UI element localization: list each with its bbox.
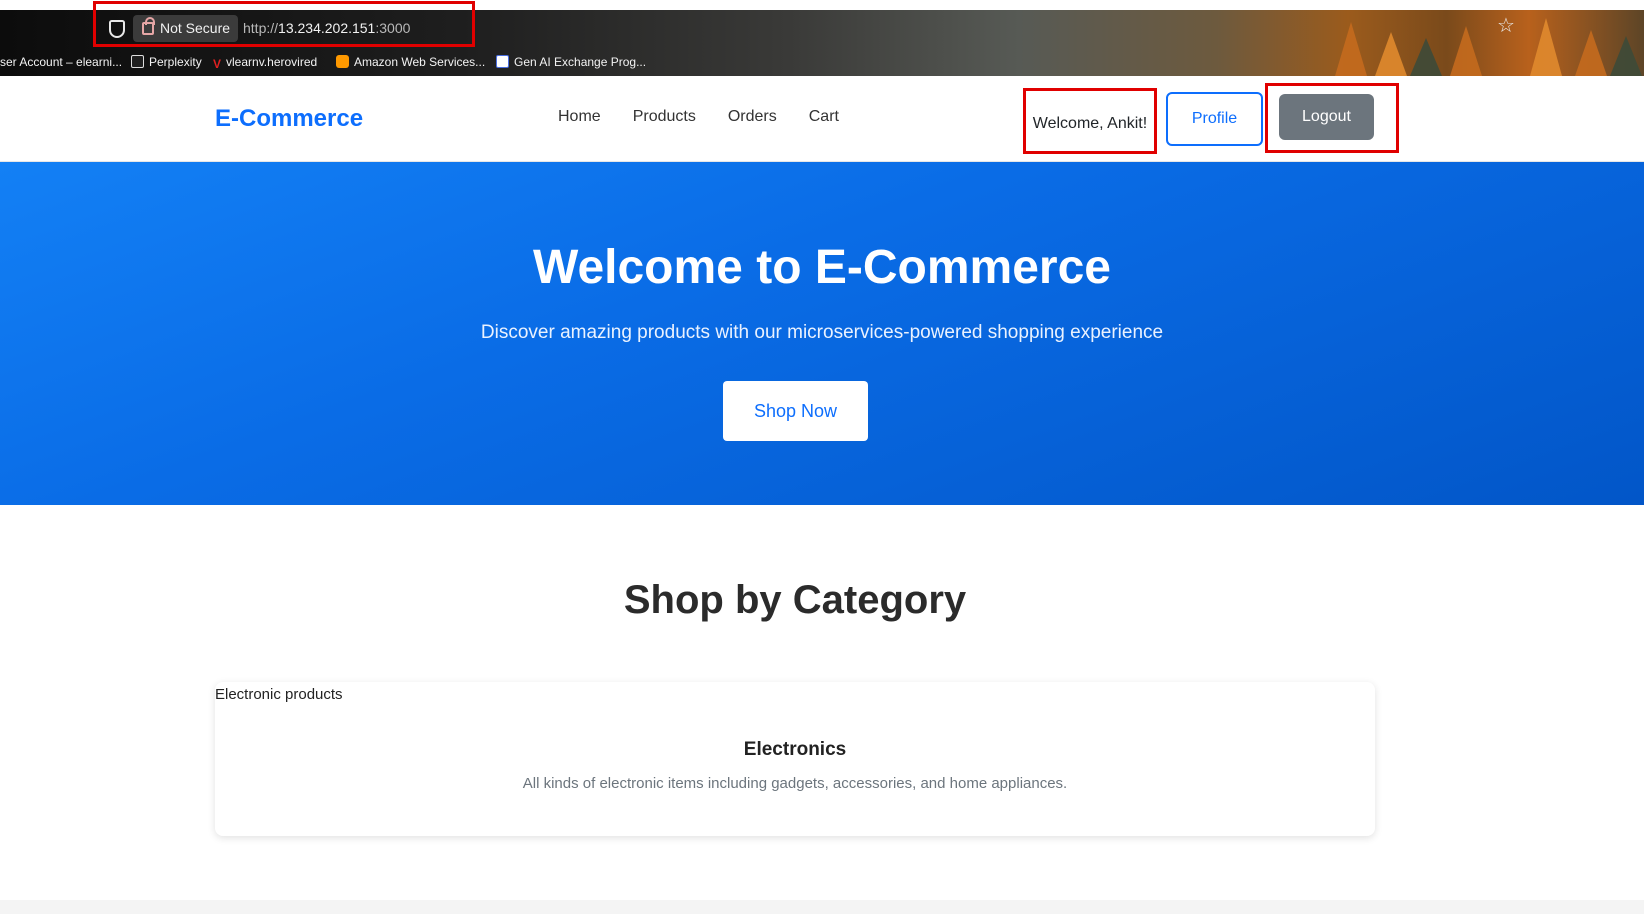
annotation-highlight-box [93, 1, 475, 47]
hero-title: Welcome to E-Commerce [533, 241, 1111, 294]
decorative-tree [1610, 36, 1642, 76]
browser-toolbar: Not Secure http://13.234.202.151:3000 ☆ … [0, 0, 1644, 76]
logout-button[interactable]: Logout [1279, 94, 1374, 140]
bookmark-star-icon[interactable]: ☆ [1497, 13, 1515, 38]
v-logo-icon: V [213, 57, 222, 71]
bookmark-label: Amazon Web Services... [354, 55, 486, 69]
profile-button[interactable]: Profile [1166, 92, 1263, 146]
aws-icon [336, 55, 349, 68]
hero-subtitle: Discover amazing products with our micro… [480, 322, 1164, 343]
bookmark-label: Gen AI Exchange Prog... [514, 55, 647, 69]
shop-now-button[interactable]: Shop Now [723, 381, 868, 441]
perplexity-icon [131, 55, 144, 68]
nav-cart[interactable]: Cart [809, 108, 839, 126]
bookmark-item[interactable]: Vvlearnv.herovired [213, 52, 317, 72]
annotation-highlight-box: Logout [1265, 83, 1399, 153]
decorative-tree [1575, 30, 1607, 76]
bookmark-label: Perplexity [149, 55, 202, 69]
category-card-electronics[interactable]: Electronic products Electronics All kind… [215, 682, 1375, 836]
hero-banner: Welcome to E-Commerce Discover amazing p… [0, 162, 1644, 505]
main-nav: Home Products Orders Cart [558, 108, 839, 126]
welcome-message: Welcome, Ankit! [1023, 88, 1157, 154]
category-name: Electronics [743, 739, 847, 760]
bookmark-item[interactable]: Amazon Web Services... [336, 52, 485, 72]
decorative-tree [1375, 32, 1407, 76]
bookmark-item[interactable]: Gen AI Exchange Prog... [496, 52, 646, 72]
bookmark-label: ser Account – elearni... [0, 55, 123, 69]
site-header: E-Commerce Home Products Orders Cart Wel… [0, 76, 1644, 162]
decorative-tree [1410, 38, 1442, 76]
bookmarks-bar: ser Account – elearni... Perplexity Vvle… [0, 52, 700, 72]
nav-orders[interactable]: Orders [728, 108, 777, 126]
bookmark-item[interactable]: ser Account – elearni... [0, 52, 122, 72]
bookmark-label: vlearnv.herovired [226, 55, 318, 69]
nav-products[interactable]: Products [633, 108, 696, 126]
decorative-tree [1335, 22, 1367, 76]
category-image-alt: Electronic products [215, 686, 343, 703]
category-description: All kinds of electronic items including … [522, 775, 1068, 792]
footer-strip [0, 900, 1644, 914]
bookmark-item[interactable]: Perplexity [131, 52, 202, 72]
gen-ai-icon [496, 55, 509, 68]
decorative-tree [1530, 18, 1562, 76]
category-section-title: Shop by Category [623, 578, 967, 622]
nav-home[interactable]: Home [558, 108, 601, 126]
brand-logo[interactable]: E-Commerce [215, 105, 363, 133]
decorative-tree [1450, 26, 1482, 76]
